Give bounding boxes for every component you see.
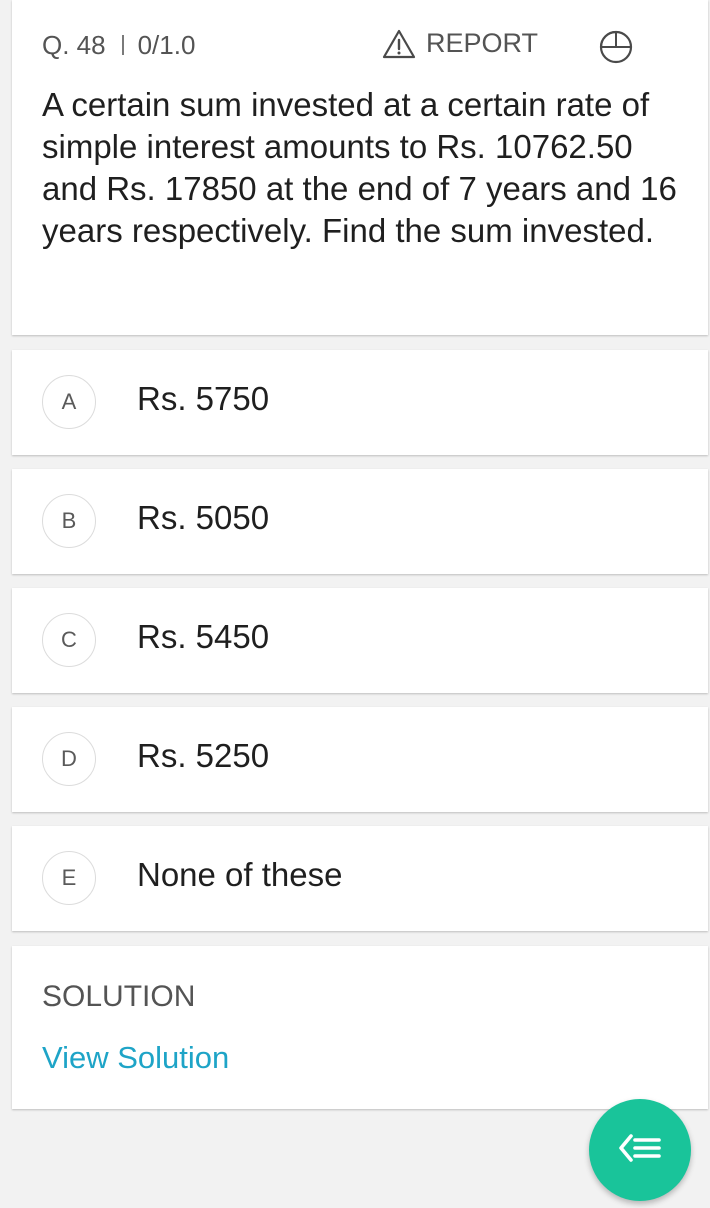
view-solution-link[interactable]: View Solution xyxy=(42,1040,229,1076)
option-letter: A xyxy=(42,375,96,429)
question-number: Q. 48 xyxy=(42,30,106,60)
report-label: REPORT xyxy=(426,28,539,58)
back-menu-icon xyxy=(615,1128,665,1173)
warning-triangle-icon xyxy=(382,29,416,59)
question-meta: Q. 48 0/1.0 xyxy=(42,30,195,61)
question-card: Q. 48 0/1.0 REPORT A certain sum invested… xyxy=(12,0,708,335)
solution-title: SOLUTION xyxy=(42,980,196,1013)
meta-divider xyxy=(121,35,124,55)
timer-icon[interactable] xyxy=(598,28,634,69)
report-button[interactable]: REPORT xyxy=(382,28,538,59)
option-d[interactable]: D Rs. 5250 xyxy=(12,707,708,812)
option-letter: C xyxy=(42,613,96,667)
question-header: Q. 48 0/1.0 REPORT xyxy=(42,28,678,64)
back-menu-button[interactable] xyxy=(589,1099,691,1201)
solution-card: SOLUTION View Solution xyxy=(12,946,708,1109)
option-b[interactable]: B Rs. 5050 xyxy=(12,469,708,574)
option-text: Rs. 5750 xyxy=(137,380,270,417)
question-score: 0/1.0 xyxy=(137,30,196,60)
option-a[interactable]: A Rs. 5750 xyxy=(12,350,708,455)
option-letter: B xyxy=(42,494,96,548)
question-text: A certain sum invested at a certain rate… xyxy=(42,86,677,249)
option-text: None of these xyxy=(137,856,343,893)
option-text: Rs. 5050 xyxy=(137,499,270,536)
option-text: Rs. 5250 xyxy=(137,737,270,774)
option-letter: E xyxy=(42,851,96,905)
option-letter: D xyxy=(42,732,96,786)
option-text: Rs. 5450 xyxy=(137,618,270,655)
option-e[interactable]: E None of these xyxy=(12,826,708,931)
option-c[interactable]: C Rs. 5450 xyxy=(12,588,708,693)
